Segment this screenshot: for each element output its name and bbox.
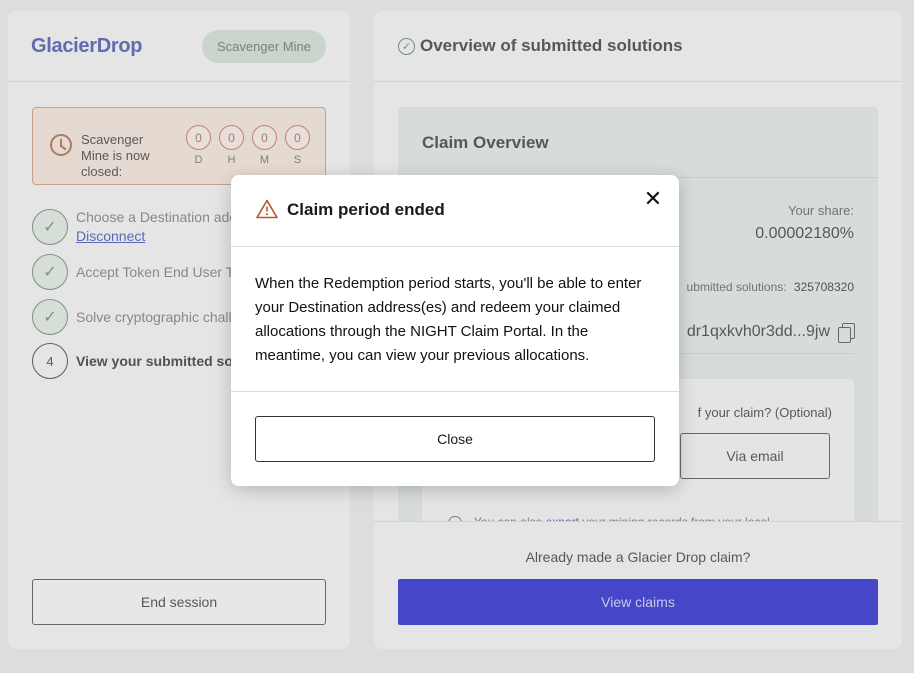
close-icon[interactable]: ✕ bbox=[641, 187, 665, 211]
divider bbox=[231, 391, 679, 392]
close-button[interactable]: Close bbox=[255, 416, 655, 462]
dialog-message: When the Redemption period starts, you'l… bbox=[255, 275, 642, 364]
warning-icon bbox=[256, 199, 278, 219]
dialog-header: Claim period ended ✕ bbox=[231, 175, 679, 247]
dialog-title: Claim period ended bbox=[287, 200, 445, 219]
claim-ended-dialog: Claim period ended ✕ When the Redemption… bbox=[231, 175, 679, 486]
